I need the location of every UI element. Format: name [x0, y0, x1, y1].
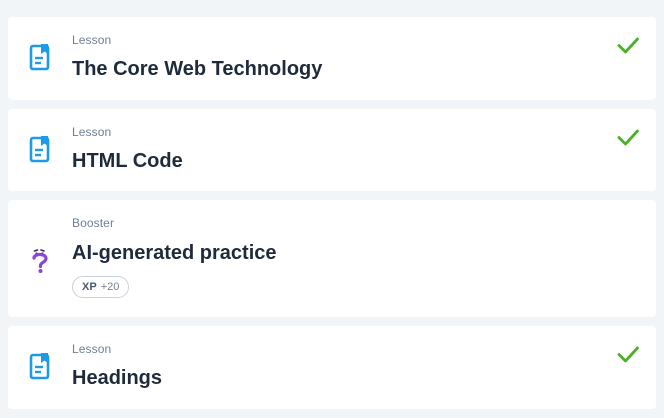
lesson-card[interactable]: Lesson HTML Code: [8, 109, 656, 191]
lesson-list: Lesson The Core Web Technology Lesson HT…: [0, 0, 664, 418]
xp-badge: XP +20: [72, 276, 130, 298]
lesson-card[interactable]: Lesson Headings: [8, 326, 656, 409]
lesson-document-icon: [28, 43, 52, 73]
item-type-label: Lesson: [72, 33, 112, 47]
lesson-document-icon: [28, 135, 52, 165]
lesson-card[interactable]: Lesson The Core Web Technology: [8, 17, 656, 100]
xp-value: +20: [100, 281, 120, 293]
item-type-label: Lesson: [72, 125, 112, 139]
lesson-document-icon: [28, 352, 52, 382]
item-title: Headings: [72, 367, 163, 389]
item-title: HTML Code: [72, 150, 183, 172]
item-type-label: Lesson: [72, 342, 112, 356]
question-mark-icon: [28, 244, 52, 274]
checkmark-icon: [616, 125, 640, 149]
checkmark-icon: [616, 33, 640, 57]
booster-card[interactable]: Booster AI-generated practice XP +20: [8, 200, 656, 317]
item-title: AI-generated practice: [72, 242, 277, 264]
item-type-label: Booster: [72, 216, 115, 230]
item-title: The Core Web Technology: [72, 58, 323, 80]
checkmark-icon: [616, 342, 640, 366]
xp-label: XP: [82, 281, 97, 293]
